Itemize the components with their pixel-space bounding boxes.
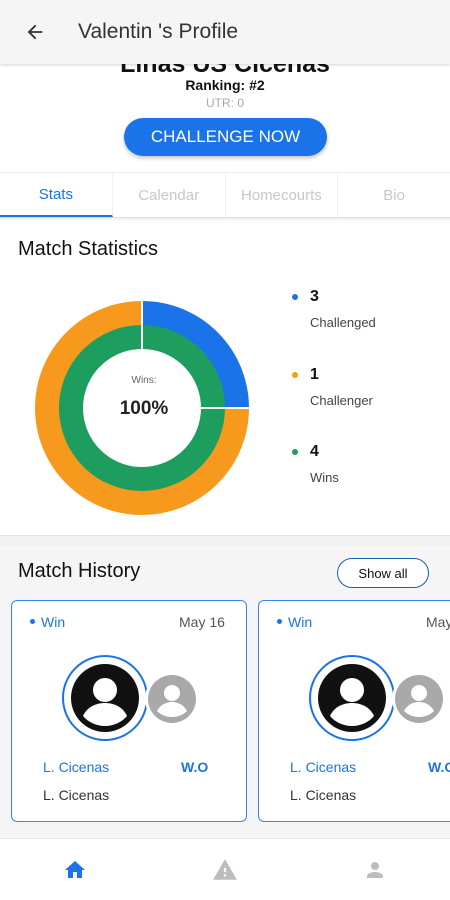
challenge-now-button[interactable]: CHALLENGE NOW [124, 118, 327, 156]
tab-calendar[interactable]: Calendar [113, 173, 226, 217]
opponent-avatar-icon [144, 671, 200, 727]
legend-label: Challenger [310, 393, 373, 408]
legend-label: Challenged [310, 315, 376, 330]
match-date: May 16 [179, 614, 225, 630]
alerts-nav-button[interactable] [150, 839, 300, 900]
profile-nav-button[interactable] [300, 839, 450, 900]
match-history-title: Match History [18, 560, 141, 582]
chart-center-value: 100% [120, 398, 169, 419]
tab-stats[interactable]: Stats [0, 173, 113, 217]
match-player-two: W.O [428, 759, 450, 775]
profile-header: Linas US Cicenas Ranking: #2 UTR: 0 CHAL… [0, 64, 450, 218]
opponent-avatar-icon [391, 671, 447, 727]
match-player-three: L. Cicenas [43, 787, 110, 803]
tab-bio[interactable]: Bio [338, 173, 450, 217]
legend-dot [292, 372, 298, 378]
page-title: Valentin 's Profile [78, 20, 239, 43]
player-ranking: Ranking: #2 [185, 77, 265, 93]
match-card[interactable]: Win May 16 L. Cicenas W.O L. Cicenas [11, 600, 247, 822]
back-arrow-icon[interactable] [18, 15, 52, 49]
home-nav-button[interactable] [0, 839, 150, 900]
bottom-navigation [0, 838, 450, 900]
legend-value: 4 [310, 443, 319, 460]
profile-tabs: Stats Calendar Homecourts Bio [0, 172, 450, 218]
match-result: Win [30, 614, 65, 630]
legend-dot [292, 294, 298, 300]
legend-value: 3 [310, 288, 319, 305]
legend-label: Wins [310, 470, 339, 485]
app-bar: Valentin 's Profile [0, 0, 450, 64]
person-icon [367, 861, 383, 878]
show-all-button[interactable]: Show all [337, 558, 429, 588]
warning-icon [213, 858, 237, 880]
legend-value: 1 [310, 366, 319, 383]
match-player-two: W.O [181, 759, 209, 775]
match-statistics-card: Match Statistics Wins: 100% 3 Challenged… [0, 220, 450, 536]
match-result: Win [277, 614, 312, 630]
player-utr: UTR: 0 [205, 96, 244, 110]
match-history-section: Match History Show all Win May 16 L. Cic… [0, 546, 450, 838]
match-player-three: L. Cicenas [290, 787, 357, 803]
match-date: May 16 [426, 614, 450, 630]
match-statistics-title: Match Statistics [18, 238, 159, 260]
player-avatar-icon [309, 655, 395, 741]
chart-center-label: Wins: [132, 375, 157, 386]
match-player-one: L. Cicenas [43, 759, 110, 775]
home-icon [65, 860, 85, 878]
player-avatar-icon [62, 655, 148, 741]
legend-dot [292, 449, 298, 455]
match-statistics-chart: Wins: 100% [35, 300, 250, 515]
match-card[interactable]: Win May 16 L. Cicenas W.O L. Cicenas [258, 600, 450, 822]
tab-homecourts[interactable]: Homecourts [226, 173, 339, 217]
match-player-one: L. Cicenas [290, 759, 357, 775]
